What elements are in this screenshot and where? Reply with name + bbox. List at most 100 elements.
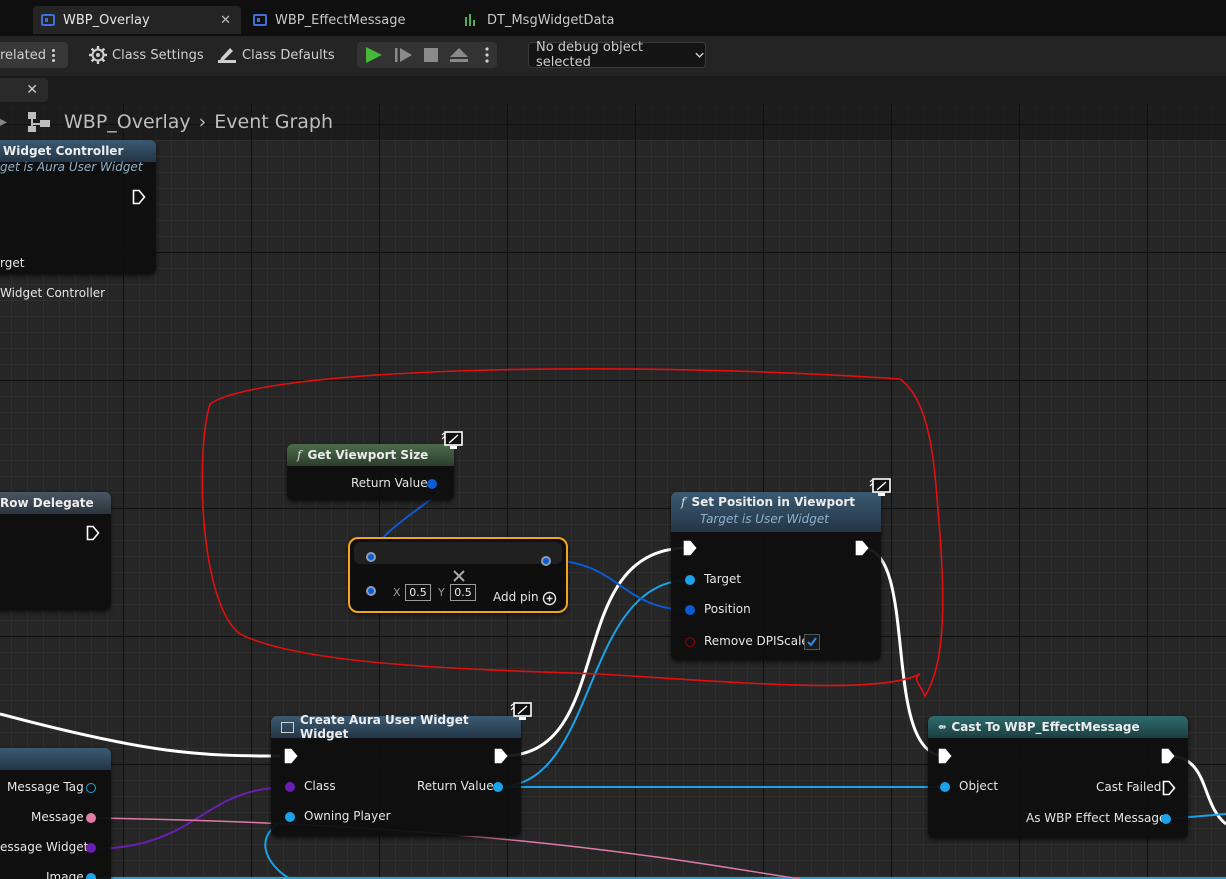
x-label: X xyxy=(393,586,401,599)
message-widget-pin[interactable] xyxy=(86,843,96,853)
node-header[interactable]: Create Aura User Widget Widget xyxy=(271,713,521,741)
debug-object-select[interactable]: No debug object selected xyxy=(528,40,706,70)
exec-out-pin[interactable] xyxy=(494,748,508,764)
gear-icon xyxy=(89,46,107,64)
debug-select-label: No debug object selected xyxy=(536,40,643,70)
pin-image-label: Image xyxy=(46,870,84,879)
node-set-position-in-viewport[interactable]: f Set Position in Viewport Target is Use… xyxy=(671,492,881,660)
node-title: Get Viewport Size xyxy=(307,448,429,462)
owning-player-pin[interactable] xyxy=(285,812,295,822)
widget-icon xyxy=(281,721,294,733)
pin-message-tag-label: Message Tag xyxy=(7,780,84,794)
eject-icon[interactable] xyxy=(450,48,468,62)
add-pin-icon[interactable] xyxy=(542,591,557,606)
pin-object-label: Object xyxy=(959,779,999,793)
object-pin[interactable] xyxy=(940,782,950,792)
check-icon xyxy=(807,637,817,647)
more-options-icon[interactable] xyxy=(51,48,55,62)
position-pin[interactable] xyxy=(685,605,695,615)
node-header[interactable] xyxy=(0,748,111,770)
output-pin[interactable] xyxy=(541,556,551,566)
play-icon[interactable] xyxy=(366,47,382,63)
remove-dpiscale-checkbox[interactable] xyxy=(804,634,820,650)
tab-dt-msgwidgetdata[interactable]: DT_MsgWidgetData xyxy=(455,6,645,34)
node-multiply[interactable]: X 0.5 Y 0.5 Add pin xyxy=(348,537,568,613)
tab-wbp-effectmessage[interactable]: WBP_EffectMessage xyxy=(245,6,445,34)
tab-label: DT_MsgWidgetData xyxy=(487,12,615,28)
pin-return-value-label: Return Value xyxy=(351,476,428,490)
close-tab-icon[interactable]: ✕ xyxy=(220,13,231,28)
x-value-input[interactable]: 0.5 xyxy=(405,584,431,601)
tab-bar: WBP_Overlay ✕ WBP_EffectMessage DT_MsgWi… xyxy=(0,0,1226,36)
step-icon[interactable] xyxy=(395,48,412,62)
chevron-down-icon xyxy=(695,52,704,58)
exec-out-pin[interactable] xyxy=(1161,748,1175,764)
node-header[interactable]: Row Delegate xyxy=(0,492,111,514)
data-table-icon xyxy=(465,14,477,26)
node-cast-to-effect-message[interactable]: ⇴ Cast To WBP_EffectMessage Object Cast … xyxy=(928,716,1188,838)
node-title: Row Delegate xyxy=(0,496,94,510)
class-settings-button[interactable]: Class Settings xyxy=(88,42,204,68)
exec-out-pin[interactable] xyxy=(132,189,146,205)
client-only-icon xyxy=(869,478,891,496)
class-pin[interactable] xyxy=(285,782,295,792)
message-pin[interactable] xyxy=(86,813,96,823)
exec-in-pin[interactable] xyxy=(683,540,697,556)
node-header[interactable]: f Get Viewport Size xyxy=(287,444,454,466)
node-set-widget-controller[interactable]: Widget Controller get is Aura User Widge… xyxy=(0,140,156,300)
node-title: Create Aura User Widget Widget xyxy=(300,713,469,741)
message-tag-pin[interactable] xyxy=(86,783,96,793)
remove-dpiscale-pin[interactable] xyxy=(685,637,695,647)
node-create-widget[interactable]: Create Aura User Widget Widget Class Own… xyxy=(271,713,521,836)
pin-message-widget-label: essage Widget xyxy=(0,840,89,854)
exec-in-pin[interactable] xyxy=(938,748,952,764)
edit-icon xyxy=(218,48,236,63)
target-pin[interactable] xyxy=(685,575,695,585)
more-options-icon[interactable] xyxy=(485,47,489,63)
return-value-pin[interactable] xyxy=(493,782,503,792)
return-value-pin[interactable] xyxy=(427,479,437,489)
client-only-icon xyxy=(441,431,463,449)
pin-cast-failed-label: Cast Failed xyxy=(1096,780,1162,794)
event-graph-canvas[interactable]: ▸ WBP_Overlay › Event Graph Widget Contr… xyxy=(0,104,1226,879)
function-icon: f xyxy=(297,448,302,462)
exec-out-pin[interactable] xyxy=(1162,780,1176,796)
related-button[interactable]: related xyxy=(0,42,68,68)
panel-tab-bar: ✕ xyxy=(0,76,1226,104)
tab-wbp-overlay[interactable]: WBP_Overlay ✕ xyxy=(33,6,241,34)
node-title: Widget Controller xyxy=(3,144,124,158)
node-break-msg-widget-row[interactable]: Message Tag Message essage Widget Image xyxy=(0,748,111,879)
input-a-pin[interactable] xyxy=(366,552,376,562)
input-b-pin[interactable] xyxy=(366,586,376,596)
client-only-icon xyxy=(510,702,532,720)
stop-icon[interactable] xyxy=(424,48,438,62)
widget-blueprint-icon xyxy=(41,14,55,26)
tab-label: WBP_Overlay xyxy=(63,12,150,28)
cast-icon: ⇴ xyxy=(938,721,947,733)
play-controls xyxy=(357,42,497,68)
node-title: Cast To WBP_EffectMessage xyxy=(951,720,1140,734)
pin-remove-dpiscale-label: Remove DPIScale xyxy=(704,634,809,648)
pin-position-label: Position xyxy=(704,602,751,616)
node-header[interactable]: Widget Controller xyxy=(0,140,156,162)
node-header xyxy=(354,542,562,564)
class-defaults-label: Class Defaults xyxy=(242,47,335,63)
class-defaults-button[interactable]: Class Defaults xyxy=(217,42,335,68)
node-subtitle: Target is User Widget xyxy=(700,512,829,526)
node-get-viewport-size[interactable]: f Get Viewport Size Return Value xyxy=(287,444,454,500)
exec-out-pin[interactable] xyxy=(855,540,869,556)
add-pin-label[interactable]: Add pin xyxy=(493,590,539,604)
exec-in-pin[interactable] xyxy=(284,748,298,764)
pin-target-label: Target xyxy=(704,572,742,586)
as-wbp-effect-message-pin[interactable] xyxy=(1161,814,1171,824)
y-value-input[interactable]: 0.5 xyxy=(450,584,476,601)
widget-blueprint-icon xyxy=(253,14,267,26)
pin-message-label: Message xyxy=(31,810,84,824)
node-row-delegate[interactable]: Row Delegate xyxy=(0,492,111,610)
exec-out-pin[interactable] xyxy=(86,525,100,541)
related-label: related xyxy=(0,47,46,63)
image-pin[interactable] xyxy=(86,873,96,879)
close-panel-icon[interactable]: ✕ xyxy=(0,78,48,102)
function-icon: f xyxy=(681,495,686,509)
node-header[interactable]: ⇴ Cast To WBP_EffectMessage xyxy=(928,716,1188,738)
